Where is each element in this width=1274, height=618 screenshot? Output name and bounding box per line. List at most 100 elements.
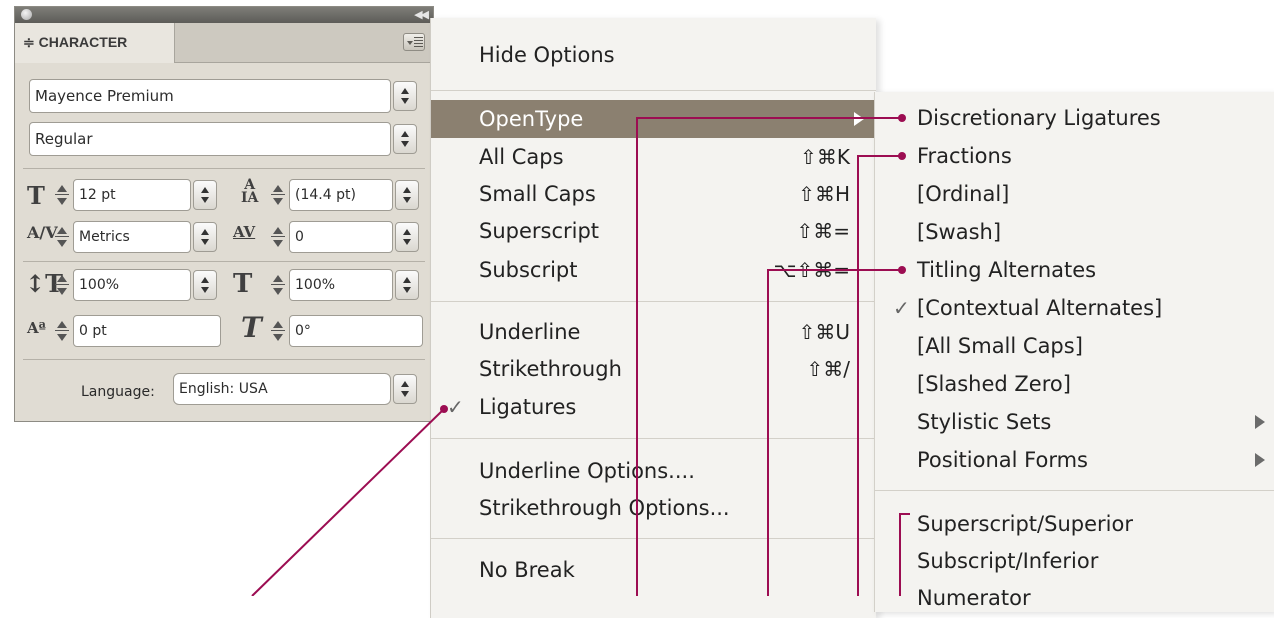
submenu-item-label: [Ordinal] <box>917 182 1010 206</box>
callout-ligatures <box>251 408 445 596</box>
language-field[interactable]: English: USA <box>173 373 391 405</box>
menu-item-label: Subscript <box>479 258 578 282</box>
menu-item-superscript[interactable]: Superscript ⇧⌘= <box>431 212 876 250</box>
menu-item-label: Hide Options <box>479 43 615 67</box>
submenu-item-superscript-superior[interactable]: Superscript/Superior <box>875 506 1274 543</box>
menu-item-strikethrough[interactable]: Strikethrough ⇧⌘/ <box>431 350 876 388</box>
vertical-scale-field[interactable]: 100% <box>73 269 191 301</box>
submenu-item-label: Superscript/Superior <box>917 512 1133 536</box>
kerning-field[interactable]: Metrics <box>73 221 191 253</box>
submenu-item-slashed-zero[interactable]: [Slashed Zero] <box>875 366 1274 403</box>
horizontal-scale-spin[interactable] <box>269 273 287 297</box>
font-style-dropdown[interactable] <box>393 124 417 154</box>
skew-spin[interactable] <box>269 319 287 343</box>
submenu-item-swash[interactable]: [Swash] <box>875 214 1274 251</box>
submenu-item-label: [Swash] <box>917 220 1002 244</box>
menu-item-all-caps[interactable]: All Caps ⇧⌘K <box>431 138 876 176</box>
leading-icon: A IA <box>241 177 259 206</box>
tracking-dropdown[interactable] <box>395 222 419 252</box>
leading-field[interactable]: (14.4 pt) <box>289 179 393 211</box>
baseline-shift-icon: Aª <box>27 319 46 337</box>
horizontal-scale-field[interactable]: 100% <box>289 269 393 301</box>
submenu-item-numerator[interactable]: Numerator <box>875 580 1274 617</box>
menu-item-label: Underline Options.... <box>479 459 695 483</box>
submenu-arrow-icon <box>854 112 864 126</box>
menu-item-ligatures[interactable]: ✓ Ligatures <box>431 388 876 426</box>
font-size-spin[interactable] <box>53 183 71 207</box>
skew-icon: T <box>241 311 262 344</box>
submenu-item-positional-forms[interactable]: Positional Forms <box>875 442 1274 479</box>
menu-item-label: Underline <box>479 320 581 344</box>
vertical-scale-dropdown[interactable] <box>193 270 217 300</box>
language-dropdown[interactable] <box>393 374 417 404</box>
tracking-spin[interactable] <box>269 225 287 249</box>
divider <box>23 359 425 360</box>
font-style-field[interactable]: Regular <box>29 122 391 156</box>
character-panel-menu: Hide Options OpenType All Caps ⇧⌘K Small… <box>430 18 876 618</box>
tracking-icon: AV <box>233 223 256 241</box>
baseline-shift-spin[interactable] <box>53 319 71 343</box>
close-icon[interactable] <box>21 9 32 20</box>
menu-item-label: OpenType <box>479 107 584 131</box>
menu-item-hide-options[interactable]: Hide Options <box>431 36 876 74</box>
panel-titlebar[interactable]: ◀◀ <box>15 7 433 23</box>
font-family-dropdown[interactable] <box>393 81 417 111</box>
font-size-icon: T <box>27 181 45 210</box>
submenu-item-titling-alternates[interactable]: Titling Alternates <box>875 252 1274 289</box>
skew-field[interactable]: 0° <box>289 315 423 347</box>
menu-separator <box>431 538 876 539</box>
divider <box>23 168 425 169</box>
menu-item-small-caps[interactable]: Small Caps ⇧⌘H <box>431 175 876 213</box>
submenu-item-label: Discretionary Ligatures <box>917 106 1161 130</box>
submenu-arrow-icon <box>1255 415 1265 429</box>
submenu-item-fractions[interactable]: Fractions <box>875 138 1274 175</box>
horizontal-scale-dropdown[interactable] <box>395 270 419 300</box>
menu-separator <box>875 490 1274 491</box>
submenu-item-contextual-alternates[interactable]: ✓ [Contextual Alternates] <box>875 290 1274 327</box>
submenu-item-subscript-inferior[interactable]: Subscript/Inferior <box>875 543 1274 580</box>
vertical-scale-spin[interactable] <box>53 273 71 297</box>
tracking-field[interactable]: 0 <box>289 221 393 253</box>
submenu-item-all-small-caps[interactable]: [All Small Caps] <box>875 328 1274 365</box>
menu-item-underline[interactable]: Underline ⇧⌘U <box>431 313 876 351</box>
menu-separator <box>431 301 876 302</box>
font-size-dropdown[interactable] <box>193 180 217 210</box>
menu-separator <box>431 90 876 91</box>
kerning-dropdown[interactable] <box>193 222 217 252</box>
kerning-spin[interactable] <box>53 225 71 249</box>
submenu-item-stylistic-sets[interactable]: Stylistic Sets <box>875 404 1274 441</box>
collapse-icon[interactable]: ◀◀ <box>414 7 429 23</box>
submenu-item-ordinal[interactable]: [Ordinal] <box>875 176 1274 213</box>
menu-item-shortcut: ⇧⌘/ <box>806 357 851 381</box>
menu-item-label: Ligatures <box>479 395 577 419</box>
baseline-shift-field[interactable]: 0 pt <box>73 315 221 347</box>
panel-tabstrip <box>175 23 433 63</box>
tab-character[interactable]: ≑ CHARACTER <box>15 23 175 63</box>
panel-menu-button[interactable] <box>403 33 425 51</box>
submenu-item-label: Stylistic Sets <box>917 410 1052 434</box>
menu-item-label: No Break <box>479 558 575 582</box>
menu-lines-icon <box>414 37 423 47</box>
menu-item-shortcut: ⇧⌘U <box>798 320 850 344</box>
horizontal-scale-icon: T <box>233 269 253 299</box>
submenu-item-label: Positional Forms <box>917 448 1088 472</box>
character-panel: ◀◀ ≑ CHARACTER Mayence Premium Regular T… <box>14 6 434 422</box>
menu-item-label: All Caps <box>479 145 564 169</box>
submenu-item-discretionary-ligatures[interactable]: Discretionary Ligatures <box>875 100 1274 137</box>
divider <box>23 261 425 262</box>
submenu-item-label: Fractions <box>917 144 1012 168</box>
font-family-field[interactable]: Mayence Premium <box>29 79 391 113</box>
menu-item-subscript[interactable]: Subscript ⌥⇧⌘= <box>431 251 876 289</box>
font-size-field[interactable]: 12 pt <box>73 179 191 211</box>
menu-item-label: Small Caps <box>479 182 596 206</box>
submenu-item-label: [Contextual Alternates] <box>917 296 1163 320</box>
menu-item-label: Strikethrough Options... <box>479 496 730 520</box>
leading-spin[interactable] <box>269 183 287 207</box>
menu-item-no-break[interactable]: No Break <box>431 551 876 589</box>
menu-item-underline-options[interactable]: Underline Options.... <box>431 452 876 490</box>
menu-item-opentype[interactable]: OpenType <box>431 100 876 138</box>
menu-item-label: Superscript <box>479 219 600 243</box>
menu-item-strikethrough-options[interactable]: Strikethrough Options... <box>431 489 876 527</box>
leading-dropdown[interactable] <box>395 180 419 210</box>
submenu-arrow-icon <box>1255 453 1265 467</box>
